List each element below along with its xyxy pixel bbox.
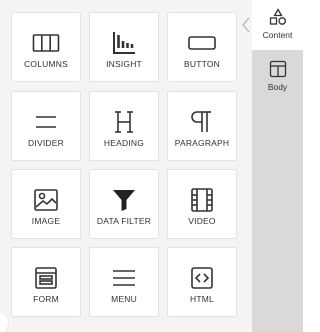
html-code-icon (188, 264, 216, 292)
tab-content[interactable]: Content (252, 0, 303, 50)
heading-block[interactable]: HEADING (89, 91, 159, 161)
data-filter-block[interactable]: DATA FILTER (89, 169, 159, 239)
columns-label: COLUMNS (24, 59, 68, 69)
shapes-icon (269, 8, 287, 26)
sidebar: Content Body (252, 0, 303, 332)
corner-handle (0, 312, 8, 332)
video-block[interactable]: VIDEO (167, 169, 237, 239)
video-icon (188, 186, 216, 214)
columns-block[interactable]: COLUMNS (11, 12, 81, 82)
filter-icon (110, 186, 138, 214)
tab-body-label: Body (267, 82, 288, 92)
builder-panel: COLUMNS INSIGHT BUTTON DIVIDER HEADING P… (0, 0, 303, 332)
insight-label: INSIGHT (106, 59, 142, 69)
tab-content-label: Content (262, 30, 293, 40)
button-icon (188, 29, 216, 57)
heading-icon (110, 108, 138, 136)
menu-block[interactable]: MENU (89, 247, 159, 317)
data-filter-label: DATA FILTER (96, 216, 152, 226)
video-label: VIDEO (188, 216, 216, 226)
collapse-panel-icon[interactable] (240, 14, 252, 36)
form-icon (32, 264, 60, 292)
tab-body[interactable]: Body (252, 52, 303, 102)
insight-chart-icon (110, 29, 138, 57)
html-label: HTML (190, 294, 214, 304)
image-label: IMAGE (31, 216, 61, 226)
button-block[interactable]: BUTTON (167, 12, 237, 82)
heading-label: HEADING (103, 138, 145, 148)
form-block[interactable]: FORM (11, 247, 81, 317)
image-block[interactable]: IMAGE (11, 169, 81, 239)
paragraph-icon (188, 108, 216, 136)
form-label: FORM (33, 294, 59, 304)
content-blocks-panel: COLUMNS INSIGHT BUTTON DIVIDER HEADING P… (0, 0, 252, 332)
menu-icon (110, 264, 138, 292)
divider-label: DIVIDER (28, 138, 64, 148)
insight-block[interactable]: INSIGHT (89, 12, 159, 82)
paragraph-label: PARAGRAPH (174, 138, 230, 148)
paragraph-block[interactable]: PARAGRAPH (167, 91, 237, 161)
layout-icon (269, 60, 287, 78)
menu-label: MENU (111, 294, 137, 304)
divider-icon (32, 108, 60, 136)
html-block[interactable]: HTML (167, 247, 237, 317)
divider-block[interactable]: DIVIDER (11, 91, 81, 161)
image-icon (32, 186, 60, 214)
columns-icon (32, 29, 60, 57)
button-label: BUTTON (184, 59, 220, 69)
